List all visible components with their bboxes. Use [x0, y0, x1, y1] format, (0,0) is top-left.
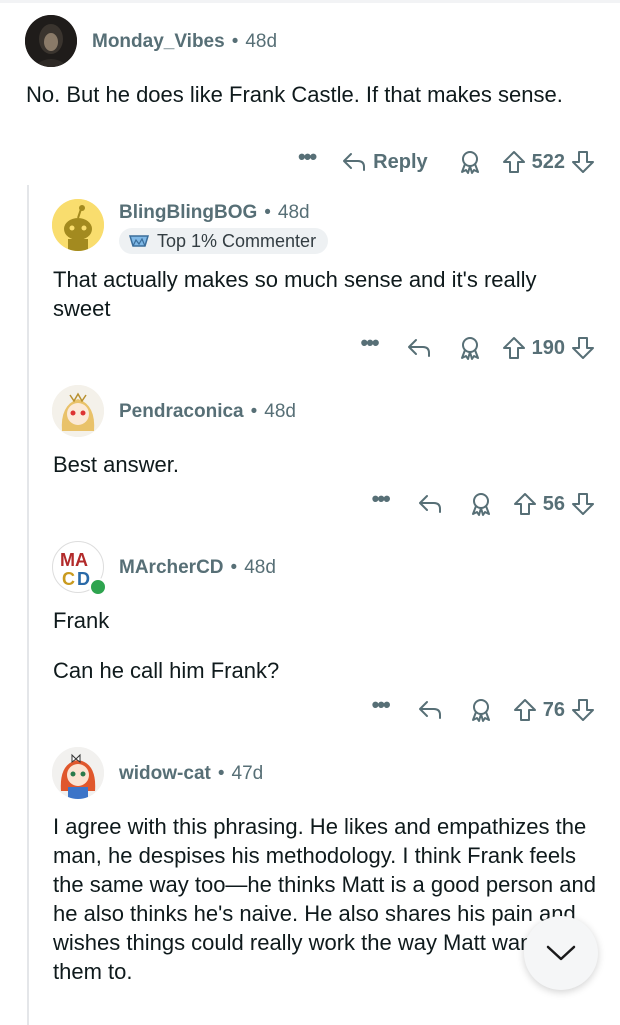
reply-icon	[343, 153, 366, 171]
overflow-menu-icon[interactable]: •••	[361, 332, 380, 354]
upvote-icon	[513, 493, 536, 515]
downvote-icon	[572, 493, 594, 515]
comment-age: 48d	[264, 401, 296, 422]
award-button[interactable]	[469, 697, 493, 723]
comment-meta: widow-cat • 47d	[119, 763, 263, 785]
award-icon	[460, 337, 479, 360]
downvote-icon	[572, 699, 594, 721]
comment-actions: ••• Reply 522	[250, 146, 595, 177]
overflow-menu-icon[interactable]: •••	[372, 488, 391, 510]
upvote-button[interactable]	[513, 491, 537, 517]
separator-dot: •	[230, 557, 238, 578]
username[interactable]: MArcherCD	[119, 557, 224, 578]
comment-body: Best answer.	[53, 452, 179, 477]
commenter-badge-icon	[128, 235, 150, 247]
username[interactable]: Monday_Vibes	[92, 31, 225, 52]
separator-dot: •	[217, 763, 225, 784]
svg-text:MA: MA	[60, 550, 88, 570]
comment-actions: ••• 76	[320, 694, 595, 725]
upvote-button[interactable]	[502, 335, 526, 361]
separator-dot: •	[250, 401, 258, 422]
downvote-button[interactable]	[571, 697, 595, 723]
downvote-icon	[572, 151, 594, 173]
comment-age: 48d	[277, 202, 310, 223]
upvote-button[interactable]	[513, 697, 537, 723]
top-commenter-badge[interactable]: Top 1% Commenter	[119, 228, 329, 254]
vote-count: 190	[531, 336, 565, 359]
reply-label: Reply	[373, 150, 428, 173]
reply-button[interactable]	[417, 493, 443, 515]
svg-text:C: C	[62, 569, 75, 589]
comment-age: 48d	[245, 31, 278, 52]
comment-actions: ••• 56	[320, 488, 595, 519]
separator-dot: •	[264, 202, 271, 223]
reply-button[interactable]	[417, 699, 443, 721]
vote-count: 76	[542, 698, 565, 721]
top-divider	[0, 0, 620, 3]
comment-age: 47d	[231, 763, 264, 784]
downvote-button[interactable]	[571, 491, 595, 517]
reply-icon	[418, 495, 441, 513]
avatar[interactable]	[25, 15, 77, 67]
comment-meta: Pendraconica • 48d	[119, 401, 296, 423]
comment-meta: BlingBlingBOG • 48d	[119, 202, 310, 224]
award-button[interactable]	[458, 335, 482, 361]
thread-line[interactable]	[27, 185, 29, 1025]
award-icon	[471, 699, 490, 722]
username[interactable]: BlingBlingBOG	[119, 202, 257, 223]
comment-meta: Monday_Vibes • 48d	[92, 31, 277, 53]
reply-icon	[418, 701, 441, 719]
reply-button[interactable]	[406, 337, 432, 359]
username[interactable]: Pendraconica	[119, 401, 244, 422]
comment-body: That actually makes so much sense and it…	[53, 267, 537, 321]
award-icon	[471, 493, 490, 516]
downvote-icon	[572, 337, 594, 359]
comment-body: I agree with this phrasing. He likes and…	[53, 814, 596, 984]
avatar[interactable]	[52, 199, 104, 251]
award-button[interactable]	[458, 149, 482, 175]
reply-icon	[407, 339, 430, 357]
downvote-button[interactable]	[571, 149, 595, 175]
comment-meta: MArcherCD • 48d	[119, 557, 276, 579]
award-icon	[460, 151, 479, 174]
award-button[interactable]	[469, 491, 493, 517]
chevron-down-icon	[546, 945, 576, 961]
vote-count: 56	[542, 492, 565, 515]
avatar[interactable]	[52, 747, 104, 799]
comment-age: 48d	[244, 557, 276, 578]
badge-label: Top 1% Commenter	[157, 230, 317, 251]
scroll-down-button[interactable]	[524, 916, 598, 990]
separator-dot: •	[231, 31, 239, 52]
downvote-button[interactable]	[571, 335, 595, 361]
online-status-dot	[89, 578, 107, 596]
overflow-menu-icon[interactable]: •••	[372, 694, 391, 716]
comment-body-line-1: Frank	[53, 608, 110, 633]
overflow-menu-icon[interactable]: •••	[298, 146, 317, 168]
comment-body-line-2: Can he call him Frank?	[53, 658, 280, 683]
upvote-icon	[502, 151, 525, 173]
comment-body: No. But he does like Frank Castle. If th…	[26, 82, 563, 107]
upvote-button[interactable]	[502, 149, 526, 175]
avatar[interactable]	[52, 385, 104, 437]
comment-actions: ••• 190	[300, 332, 595, 363]
upvote-icon	[502, 337, 525, 359]
reply-button[interactable]: Reply	[341, 150, 428, 174]
username[interactable]: widow-cat	[119, 763, 211, 784]
upvote-icon	[513, 699, 536, 721]
vote-count: 522	[531, 150, 565, 173]
